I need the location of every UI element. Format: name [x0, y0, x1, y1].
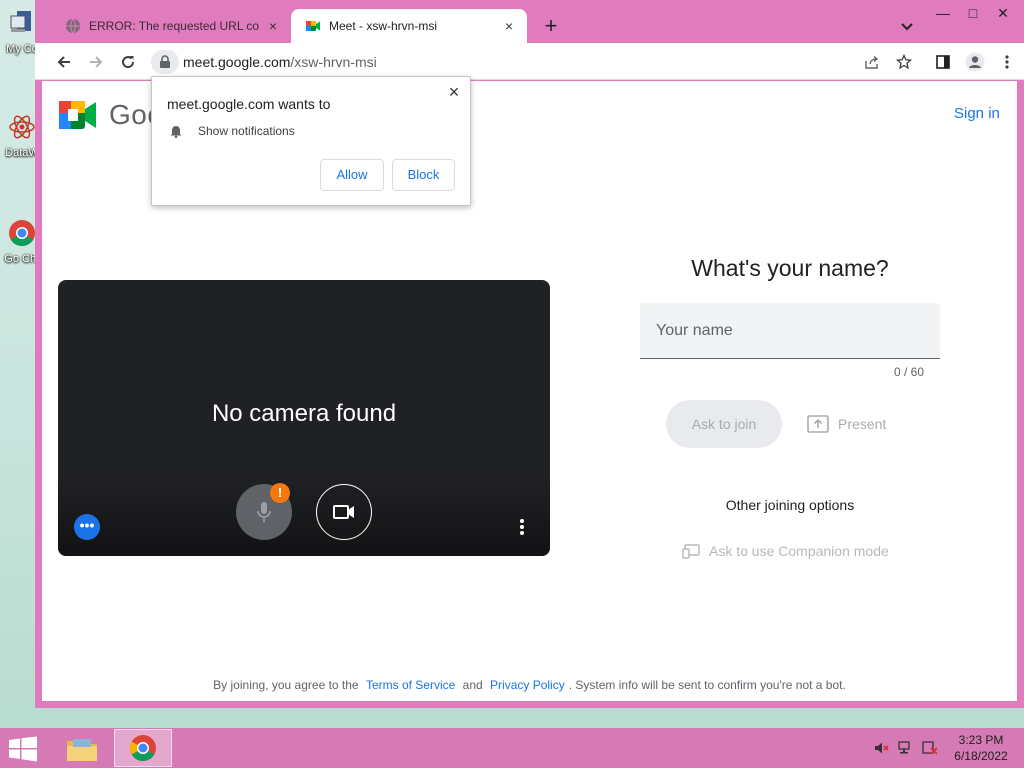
character-counter: 0 / 60 [893, 365, 924, 379]
globe-icon [66, 18, 80, 34]
mic-warning-badge[interactable]: ! [270, 483, 290, 503]
no-camera-message: No camera found [211, 400, 397, 427]
clock-time: 3:23 PM [958, 733, 1004, 747]
dot [520, 519, 524, 523]
dot [520, 525, 524, 529]
preview-gradient [58, 476, 550, 556]
chrome-icon [129, 735, 156, 762]
microphone-icon [257, 502, 271, 522]
chrome-icon [9, 220, 35, 247]
url-path: /xsw-hrvn-msi [290, 54, 377, 70]
google-meet-icon [59, 101, 96, 129]
speaker-muted-icon[interactable] [874, 741, 890, 755]
bell-icon [170, 126, 182, 138]
permission-label: Show notifications [198, 124, 295, 138]
google-meet-icon [306, 21, 320, 31]
present-button[interactable]: Present [807, 413, 886, 435]
camera-button[interactable] [316, 484, 372, 540]
tab-strip: ERROR: The requested URL could × Meet - … [35, 0, 1024, 43]
dot [520, 531, 524, 535]
companion-mode-button[interactable]: Ask to use Companion mode [682, 542, 889, 560]
notification-permission-popup: meet.google.com wants to × Show notifica… [151, 76, 471, 206]
privacy-policy-link[interactable]: Privacy Policy [490, 678, 565, 692]
other-joining-options-heading: Other joining options [725, 497, 855, 513]
video-camera-icon [333, 505, 354, 519]
clock-date: 6/18/2022 [954, 749, 1008, 763]
system-clock[interactable]: 3:23 PM 6/18/2022 [946, 732, 1016, 764]
desktop-icon-label: DataW [5, 147, 39, 159]
close-window-button[interactable]: ✕ [989, 2, 1017, 24]
computer-icon [10, 11, 31, 32]
legal-and: and [462, 678, 483, 692]
reload-button[interactable] [115, 49, 141, 75]
google-meet-logo[interactable]: Goo [59, 99, 163, 131]
desktop-icon-label: My Co [6, 43, 38, 55]
atom-icon [9, 115, 35, 139]
name-input[interactable] [640, 303, 940, 358]
folder-icon [67, 739, 97, 761]
ask-to-join-button[interactable]: Ask to join [666, 400, 782, 448]
taskbar-chrome[interactable] [114, 729, 172, 767]
action-center-icon[interactable] [922, 741, 938, 755]
legal-suffix: . System info will be sent to confirm yo… [568, 678, 846, 692]
legal-notice: By joining, you agree to the Terms of Se… [42, 678, 1017, 692]
present-label: Present [838, 416, 887, 432]
block-button[interactable]: Block [392, 159, 455, 191]
taskbar-file-explorer[interactable] [62, 731, 102, 767]
legal-prefix: By joining, you agree to the [213, 678, 359, 692]
browser-menu-button[interactable] [994, 49, 1020, 75]
tab-meet[interactable]: Meet - xsw-hrvn-msi × [291, 9, 527, 43]
more-vert-icon [1005, 55, 1009, 69]
url-host: meet.google.com [183, 54, 291, 70]
close-icon[interactable]: × [445, 83, 463, 101]
reload-icon [122, 56, 135, 69]
tab-error[interactable]: ERROR: The requested URL could × [51, 9, 291, 43]
tab-close-icon[interactable]: × [265, 18, 281, 34]
taskbar: 3:23 PM 6/18/2022 [0, 728, 1024, 768]
new-tab-button[interactable]: + [539, 14, 563, 38]
share-button[interactable] [859, 49, 885, 75]
companion-device-icon [682, 544, 700, 559]
tab-title: ERROR: The requested URL could [89, 19, 259, 33]
sign-in-link[interactable]: Sign in [954, 105, 1000, 122]
companion-label: Ask to use Companion mode [709, 543, 889, 559]
back-button[interactable] [51, 49, 77, 75]
bookmark-button[interactable] [891, 49, 917, 75]
network-icon[interactable] [898, 741, 914, 755]
maximize-button[interactable]: □ [959, 2, 987, 24]
chevron-down-icon[interactable] [897, 16, 917, 36]
address-bar[interactable]: meet.google.com/xsw-hrvn-msi [151, 47, 871, 77]
back-arrow-icon [57, 56, 70, 68]
avatar-icon [965, 52, 985, 72]
allow-button[interactable]: Allow [320, 159, 384, 191]
profile-button[interactable] [962, 49, 988, 75]
name-field[interactable] [640, 303, 940, 359]
popup-title: meet.google.com wants to [167, 96, 331, 112]
star-icon [896, 54, 912, 70]
side-panel-button[interactable] [930, 49, 956, 75]
lock-icon [160, 55, 170, 68]
side-panel-icon [936, 55, 950, 69]
minimize-button[interactable]: — [929, 2, 957, 24]
browser-toolbar: meet.google.com/xsw-hrvn-msi [35, 43, 1024, 80]
forward-arrow-icon [90, 56, 103, 68]
camera-preview: No camera found ! ••• [58, 280, 550, 556]
forward-button[interactable] [83, 49, 109, 75]
share-icon [865, 55, 879, 69]
terms-of-service-link[interactable]: Terms of Service [366, 678, 455, 692]
site-info-button[interactable] [151, 50, 179, 74]
join-title: What's your name? [691, 255, 889, 281]
present-icon [807, 415, 829, 433]
permission-row: Show notifications [169, 124, 295, 138]
windows-start-icon[interactable] [8, 736, 38, 762]
more-options-button[interactable] [514, 514, 530, 540]
tab-close-icon[interactable]: × [501, 18, 517, 34]
visual-effects-button[interactable]: ••• [74, 514, 100, 540]
tab-title: Meet - xsw-hrvn-msi [329, 19, 438, 33]
